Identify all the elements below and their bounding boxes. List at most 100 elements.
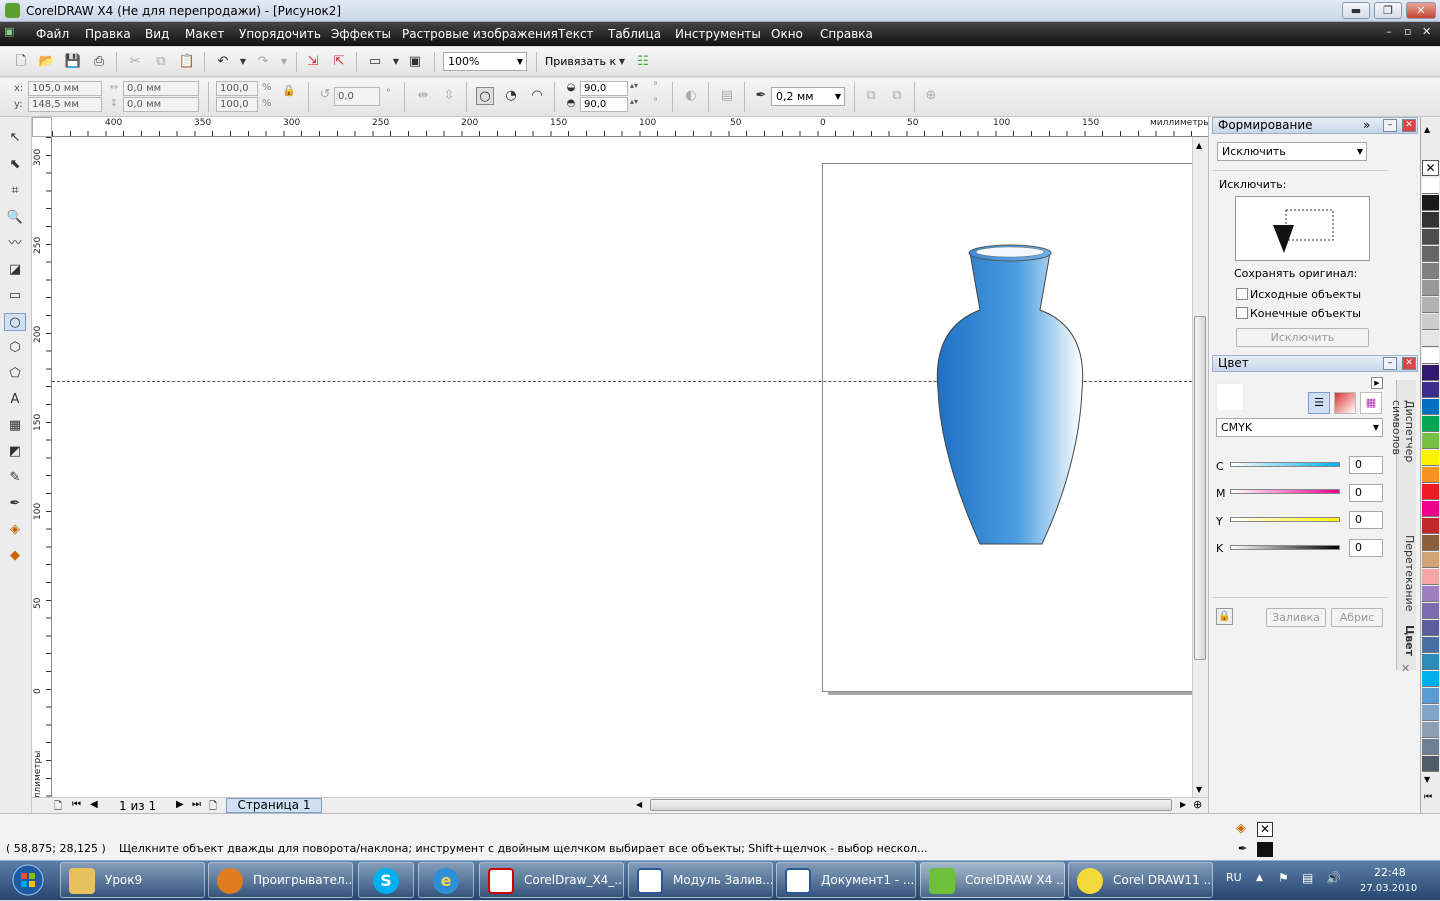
palette-swatch[interactable] [1422,280,1439,296]
start-button[interactable] [2,862,54,898]
rotation-field[interactable]: 0,0 [334,87,380,106]
arc-mode-icon[interactable]: ◠ [528,87,546,105]
paste-icon[interactable]: 📋 [178,53,196,71]
horizontal-ruler[interactable]: 400 350 300 250 200 150 100 50 0 50 100 … [52,117,1210,137]
fill-button[interactable]: Заливка [1266,608,1326,627]
tray-expand-icon[interactable]: ▲ [1256,873,1263,883]
palette-swatch[interactable] [1422,331,1439,347]
palette-swatch[interactable] [1422,229,1439,245]
vertical-scroll-thumb[interactable] [1194,316,1206,660]
minimize-button[interactable]: ▬ [1342,2,1370,19]
color-minimize-icon[interactable]: – [1383,357,1397,370]
scroll-right-icon[interactable]: ▶ [1180,800,1186,809]
black-slider[interactable] [1230,545,1340,550]
palette-swatch[interactable] [1422,756,1439,772]
palette-swatch[interactable] [1422,603,1439,619]
magenta-slider[interactable] [1230,489,1340,494]
palette-swatch[interactable] [1422,433,1439,449]
scroll-left-icon[interactable]: ◀ [636,800,642,809]
palette-swatch[interactable] [1422,195,1439,211]
docker-expand-icon[interactable]: » [1363,118,1370,133]
zoom-dropdown[interactable]: 100% [443,52,527,71]
palette-swatch[interactable] [1422,518,1439,534]
cyan-slider[interactable] [1230,462,1340,467]
palette-swatch[interactable] [1422,620,1439,636]
mirror-horizontal-icon[interactable]: ⇹ [414,87,432,105]
tab-symbol-manager[interactable]: Диспетчер символов [1390,400,1416,510]
ruler-origin[interactable] [32,117,52,137]
interactive-fill-tool-icon[interactable]: ◆ [6,547,24,565]
yellow-value-field[interactable]: 0 [1349,511,1383,529]
shaping-mode-dropdown[interactable]: Исключить [1217,142,1367,161]
palette-swatch[interactable] [1422,671,1439,687]
palette-swatch[interactable] [1422,365,1439,381]
palette-swatch[interactable] [1422,552,1439,568]
shaping-minimize-icon[interactable]: – [1383,119,1397,132]
color-options-icon[interactable]: ▶ [1371,377,1383,389]
to-front-icon[interactable]: ⧉ [862,87,880,105]
color-close-icon[interactable]: ✕ [1402,357,1416,370]
cut-icon[interactable]: ✂ [126,53,144,71]
task-coreldraw-11[interactable]: Corel DRAW11 ... [1068,862,1213,898]
x-position-field[interactable]: 105,0 мм [28,81,102,96]
freehand-tool-icon[interactable]: 〰 [6,235,24,253]
scroll-down-icon[interactable]: ▼ [1196,785,1202,794]
magenta-value-field[interactable]: 0 [1349,484,1383,502]
redo-icon[interactable]: ↷ [254,53,272,71]
tab-blend[interactable]: Перетекание [1398,535,1416,611]
fill-tool-icon[interactable]: ◈ [6,521,24,539]
task-pdf[interactable]: CorelDraw_X4_... [479,862,624,898]
lock-ratio-icon[interactable]: 🔒 [280,82,298,100]
task-word-document[interactable]: Документ1 - ... [776,862,916,898]
source-objects-checkbox[interactable] [1236,288,1248,300]
color-viewers-icon[interactable] [1334,392,1356,414]
height-field[interactable]: 0,0 мм [123,97,199,112]
scale-x-field[interactable]: 100,0 [216,81,258,96]
outline-color-swatch[interactable] [1257,842,1273,857]
close-button[interactable]: ✕ [1406,2,1436,19]
options-icon[interactable]: ☷ [634,53,652,71]
ellipse-tool-icon[interactable]: ○ [4,313,26,331]
task-folder[interactable]: Урок9 [60,862,205,898]
task-internet-explorer[interactable]: e [418,862,474,898]
palette-swatch[interactable] [1422,705,1439,721]
interactive-tool-icon[interactable]: ◩ [6,443,24,461]
end-angle-field[interactable]: 90,0 [580,97,628,112]
palette-swatch[interactable] [1422,178,1439,194]
palette-swatch[interactable] [1422,297,1439,313]
tray-flag-icon[interactable]: ⚑ [1278,871,1289,885]
pick-tool-icon[interactable]: ↖ [6,129,24,147]
menu-view[interactable]: Вид [145,27,169,41]
palette-swatch[interactable] [1422,501,1439,517]
vase-drawing[interactable] [930,240,1090,550]
scroll-up-icon[interactable]: ▲ [1196,141,1202,150]
polygon-tool-icon[interactable]: ⬡ [6,339,24,357]
horizontal-scroll-thumb[interactable] [650,799,1172,811]
pie-mode-icon[interactable]: ◔ [502,87,520,105]
wrap-text-icon[interactable]: ▤ [718,87,736,105]
shaping-close-icon[interactable]: ✕ [1402,119,1416,132]
palette-swatch[interactable] [1422,739,1439,755]
print-icon[interactable]: ⎙ [90,53,108,71]
palette-swatch[interactable] [1422,722,1439,738]
import-icon[interactable]: ⇲ [304,53,322,71]
color-sliders-icon[interactable]: ☰ [1308,392,1330,414]
convert-to-curves-icon[interactable]: ⊕ [922,87,940,105]
table-tool-icon[interactable]: ▦ [6,417,24,435]
doc-close-icon[interactable]: ✕ [1422,25,1431,38]
menu-edit[interactable]: Правка [85,27,131,41]
color-model-dropdown[interactable]: CMYK [1216,418,1383,437]
task-skype[interactable]: S [358,862,414,898]
redo-dropdown-icon[interactable]: ▼ [275,53,293,71]
new-icon[interactable]: 🗋 [12,53,30,71]
tab-color[interactable]: Цвет [1398,625,1416,665]
task-media-player[interactable]: Проигрывател... [208,862,353,898]
palette-swatch[interactable] [1422,637,1439,653]
palette-expand-icon[interactable]: ⏮ [1424,792,1432,802]
palette-swatch[interactable] [1422,467,1439,483]
navigator-icon[interactable]: ⊕ [1193,798,1202,811]
menu-file[interactable]: Файл [36,27,69,41]
outline-tool-icon[interactable]: ✒ [6,495,24,513]
basic-shapes-tool-icon[interactable]: ⬠ [6,365,24,383]
black-value-field[interactable]: 0 [1349,539,1383,557]
